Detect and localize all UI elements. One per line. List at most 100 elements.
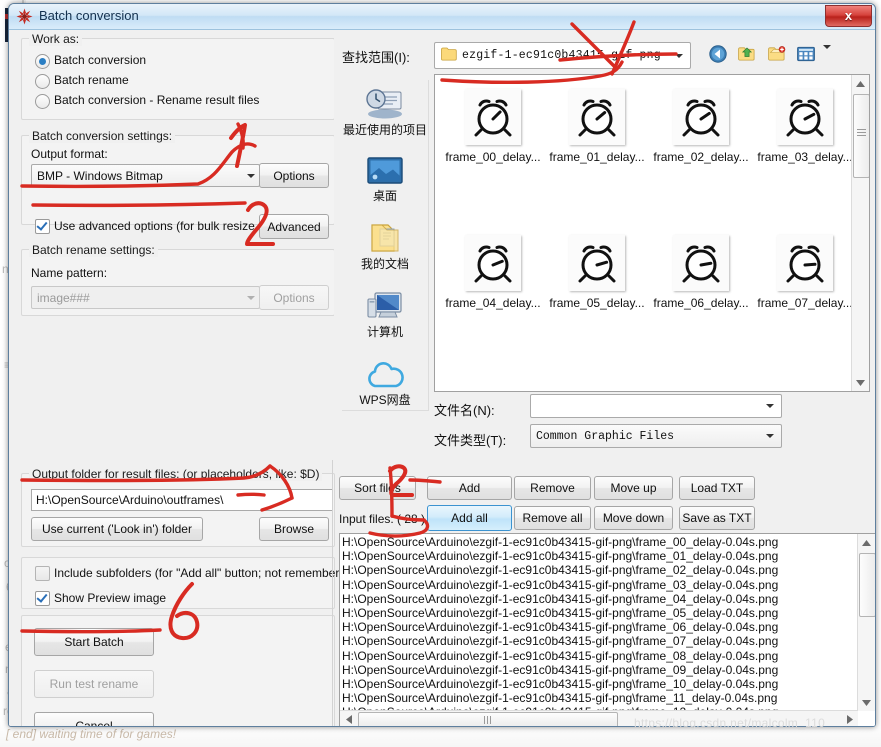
chevron-down-icon [670, 43, 687, 68]
alarm-clock-icon [777, 235, 833, 291]
wps-cloud-icon [342, 350, 428, 390]
window-client-area: Work as: Batch conversion Batch rename B… [9, 30, 875, 726]
input-list-hscroll-thumb[interactable] [358, 712, 618, 726]
cancel-button[interactable]: Cancel [34, 712, 154, 726]
name-pattern-combo[interactable]: image### [31, 286, 260, 309]
input-file-row[interactable]: H:\OpenSource\Arduino\ezgif-1-ec91c0b434… [342, 606, 857, 620]
input-file-row[interactable]: H:\OpenSource\Arduino\ezgif-1-ec91c0b434… [342, 563, 857, 577]
look-in-combo[interactable]: ezgif-1-ec91c0b43415-gif-png [434, 42, 691, 69]
views-dropdown-icon[interactable] [823, 44, 832, 63]
place-my-documents[interactable]: 我的文档 [342, 214, 428, 272]
file-list-scroll-thumb[interactable] [853, 94, 869, 178]
file-type-combo[interactable]: Common Graphic Files [530, 424, 782, 448]
rename-settings-caption: Batch rename settings: [29, 243, 158, 257]
file-thumbnail[interactable]: frame_02_delay... [651, 89, 751, 164]
file-thumbnail[interactable]: frame_06_delay... [651, 235, 751, 310]
chevron-down-icon [761, 395, 778, 417]
place-desktop[interactable]: 桌面 [342, 146, 428, 204]
start-batch-button[interactable]: Start Batch [34, 628, 154, 656]
name-pattern-options-button[interactable]: Options [259, 285, 329, 310]
input-files-list[interactable]: H:\OpenSource\Arduino\ezgif-1-ec91c0b434… [339, 533, 875, 726]
sort-files-button[interactable]: Sort files [339, 476, 416, 500]
input-list-vscroll-thumb[interactable] [859, 553, 875, 617]
move-down-button[interactable]: Move down [594, 506, 673, 530]
input-files-rows: H:\OpenSource\Arduino\ezgif-1-ec91c0b434… [342, 535, 857, 726]
move-up-button[interactable]: Move up [594, 476, 673, 500]
input-file-row[interactable]: H:\OpenSource\Arduino\ezgif-1-ec91c0b434… [342, 578, 857, 592]
scroll-up-icon[interactable] [852, 75, 869, 92]
my-documents-icon [342, 214, 428, 254]
alarm-clock-icon [465, 235, 521, 291]
new-folder-icon[interactable] [767, 46, 786, 65]
show-preview-image-checkbox[interactable] [35, 591, 50, 606]
scroll-down-icon[interactable] [858, 694, 875, 711]
file-thumbnail[interactable]: frame_07_delay... [755, 235, 855, 310]
show-preview-image-label: Show Preview image [54, 591, 167, 605]
include-subfolders-checkbox[interactable] [35, 566, 50, 581]
radio-label-batch-conversion-rename: Batch conversion - Rename result files [54, 93, 260, 107]
file-thumbnail[interactable]: frame_01_delay... [547, 89, 647, 164]
scroll-down-icon[interactable] [852, 374, 869, 391]
file-thumbnail-label: frame_06_delay... [653, 296, 749, 310]
places-bar: 最近使用的项目 桌面 我的文档 计算机 WPS网盘 [342, 80, 429, 411]
place-wps-cloud[interactable]: WPS网盘 [342, 350, 428, 408]
up-folder-icon[interactable] [738, 46, 756, 65]
add-button[interactable]: Add [427, 476, 512, 500]
file-thumbnail[interactable]: frame_03_delay... [755, 89, 855, 164]
radio-batch-conversion[interactable] [35, 54, 50, 69]
output-format-options-button[interactable]: Options [259, 163, 329, 188]
input-file-row[interactable]: H:\OpenSource\Arduino\ezgif-1-ec91c0b434… [342, 663, 857, 677]
add-all-button[interactable]: Add all [427, 505, 512, 531]
file-name-label: 文件名(N): [434, 403, 495, 418]
remove-all-button[interactable]: Remove all [514, 506, 591, 530]
input-file-row[interactable]: H:\OpenSource\Arduino\ezgif-1-ec91c0b434… [342, 649, 857, 663]
output-folder-path-input[interactable]: H:\OpenSource\Arduino\outframes\ [31, 489, 333, 511]
run-test-rename-button[interactable]: Run test rename [34, 670, 154, 698]
file-thumbnail[interactable]: frame_04_delay... [443, 235, 543, 310]
radio-label-batch-rename: Batch rename [54, 73, 129, 87]
input-file-row[interactable]: H:\OpenSource\Arduino\ezgif-1-ec91c0b434… [342, 691, 857, 705]
starburst-icon [16, 8, 33, 25]
input-list-vscrollbar[interactable] [857, 534, 875, 711]
radio-batch-rename[interactable] [35, 74, 50, 89]
output-format-label: Output format: [31, 147, 108, 161]
look-in-value: ezgif-1-ec91c0b43415-gif-png [462, 49, 661, 62]
scroll-left-icon[interactable] [340, 711, 357, 726]
input-file-row[interactable]: H:\OpenSource\Arduino\ezgif-1-ec91c0b434… [342, 620, 857, 634]
input-file-row[interactable]: H:\OpenSource\Arduino\ezgif-1-ec91c0b434… [342, 549, 857, 563]
input-file-row[interactable]: H:\OpenSource\Arduino\ezgif-1-ec91c0b434… [342, 592, 857, 606]
alarm-clock-icon [777, 89, 833, 145]
scroll-up-icon[interactable] [858, 534, 875, 551]
scroll-right-icon[interactable] [841, 711, 858, 726]
advanced-button[interactable]: Advanced [259, 214, 329, 239]
load-txt-button[interactable]: Load TXT [679, 476, 755, 500]
file-thumbnail-label: frame_07_delay... [757, 296, 853, 310]
remove-button[interactable]: Remove [514, 476, 591, 500]
place-computer[interactable]: 计算机 [342, 282, 428, 340]
file-list-scrollbar[interactable] [851, 75, 869, 391]
watermark-text: https://blog.csdn.net/malcolm_110 [634, 716, 826, 730]
computer-icon [342, 282, 428, 322]
file-thumbnail[interactable]: frame_05_delay... [547, 235, 647, 310]
browse-button[interactable]: Browse [259, 517, 329, 541]
file-thumbnail-list[interactable]: frame_00_delay... frame_01_delay... fram… [434, 74, 870, 392]
window-titlebar[interactable]: Batch conversion x [9, 4, 875, 30]
use-current-folder-button[interactable]: Use current ('Look in') folder [31, 517, 203, 541]
use-advanced-options-checkbox[interactable] [35, 219, 50, 234]
file-name-combo[interactable] [530, 394, 782, 418]
output-format-value: BMP - Windows Bitmap [37, 168, 163, 183]
radio-batch-conversion-rename[interactable] [35, 94, 50, 109]
output-format-combo[interactable]: BMP - Windows Bitmap [31, 164, 260, 187]
input-file-row[interactable]: H:\OpenSource\Arduino\ezgif-1-ec91c0b434… [342, 634, 857, 648]
file-thumbnail[interactable]: frame_00_delay... [443, 89, 543, 164]
input-file-row[interactable]: H:\OpenSource\Arduino\ezgif-1-ec91c0b434… [342, 535, 857, 549]
place-recent-items[interactable]: 最近使用的项目 [342, 80, 428, 138]
close-button[interactable]: x [825, 5, 872, 27]
views-icon[interactable] [797, 46, 815, 65]
back-icon[interactable] [709, 45, 727, 66]
work-as-caption: Work as: [29, 32, 83, 46]
input-file-row[interactable]: H:\OpenSource\Arduino\ezgif-1-ec91c0b434… [342, 677, 857, 691]
alarm-clock-icon [673, 89, 729, 145]
save-as-txt-button[interactable]: Save as TXT [679, 506, 755, 530]
background-status-text: [ end] waiting time of for games! [6, 727, 177, 741]
